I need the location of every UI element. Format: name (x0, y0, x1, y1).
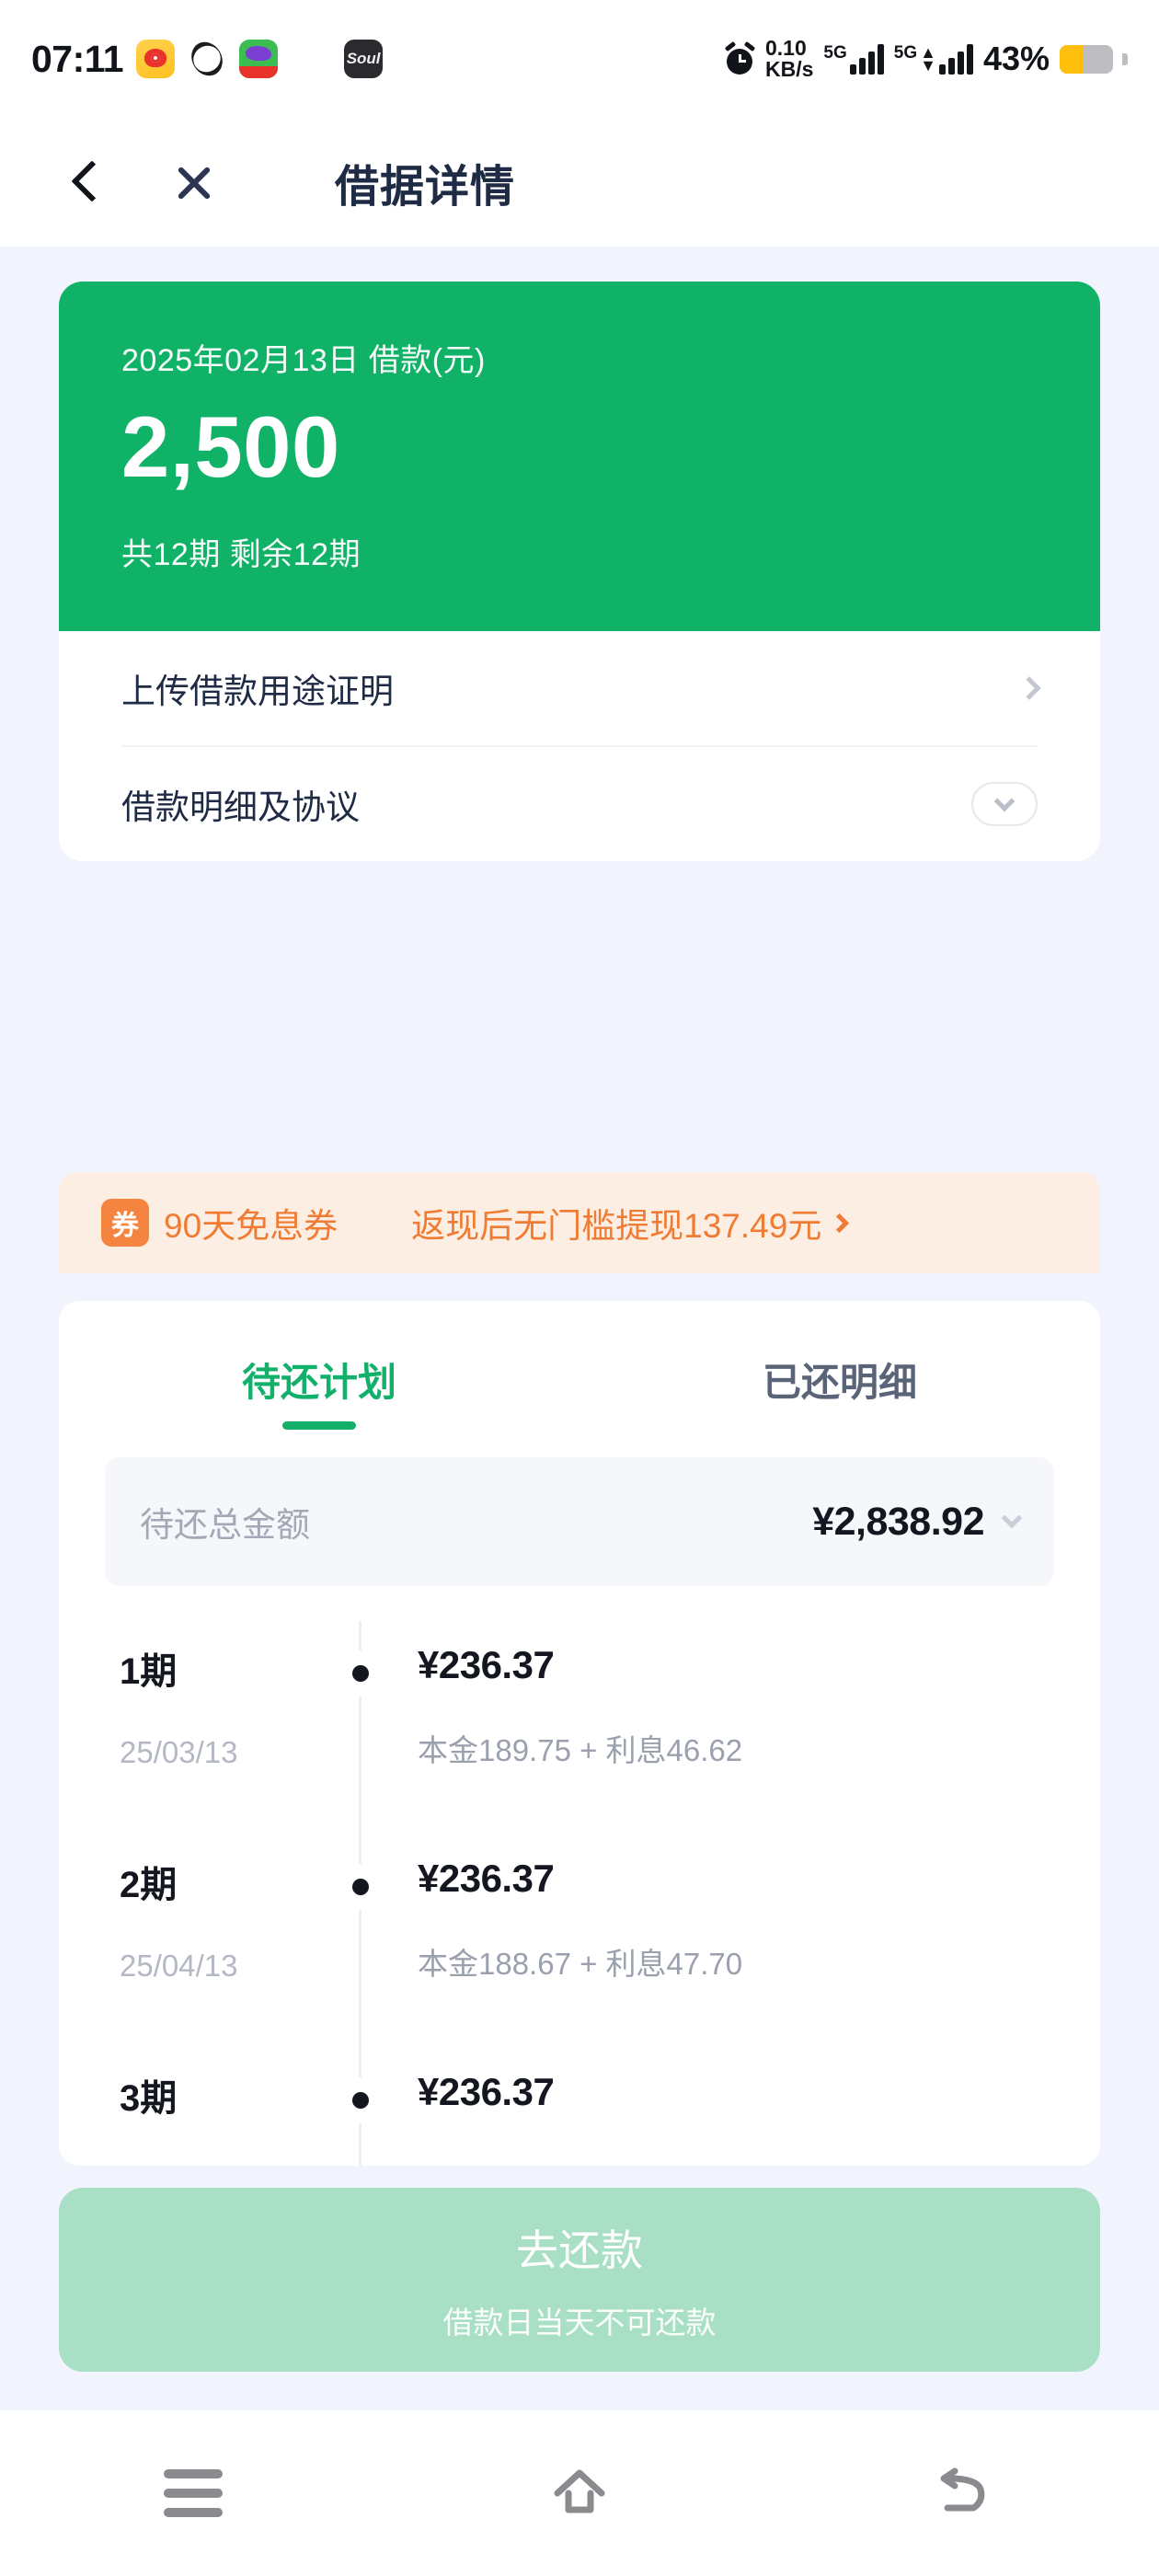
tab-pending-plan-label: 待还计划 (241, 1360, 396, 1404)
total-due-label: 待还总金额 (140, 1506, 310, 1544)
total-due-amount: ¥2,838.92 (812, 1499, 984, 1544)
installment-row[interactable]: 3期 ¥236.37 (59, 2048, 1100, 2166)
installment-row[interactable]: 1期 25/03/13 ¥236.37 本金189.75 + 利息46.62 (59, 1621, 1100, 1834)
network-speed-indicator: 0.10 KB/s (764, 35, 814, 81)
installment-period: 3期 (120, 2078, 178, 2119)
home-icon[interactable] (550, 2466, 609, 2521)
signal-bars-2 (938, 43, 973, 75)
soul-app-icon: Soul (344, 40, 384, 78)
chevron-down-icon (993, 790, 1016, 812)
loan-terms-label: 共12期 剩余12期 (121, 537, 361, 572)
battery-percent-label: 43% (982, 40, 1050, 77)
coupon-description: 返现后无门槛提现137.49元 (411, 1207, 822, 1245)
signal-icon-1: 5G (823, 42, 884, 75)
installment-left: 1期 25/03/13 (59, 1621, 359, 1834)
installment-right: ¥236.37 (418, 2048, 555, 2166)
loan-summary-card: 2025年02月13日 借款(元) 2,500 共12期 剩余12期 上传借款用… (59, 282, 1100, 861)
installment-date: 25/03/13 (120, 1735, 238, 1769)
oval-app-icon (188, 40, 227, 78)
weibo-icon (136, 40, 176, 78)
plan-tabs: 待还计划 已还明细 (59, 1301, 1100, 1457)
installment-row[interactable]: 2期 25/04/13 ¥236.37 本金188.67 + 利息47.70 (59, 1834, 1100, 2048)
installment-date: 25/04/13 (120, 1949, 238, 1983)
green-app-icon (239, 40, 279, 78)
status-bar: 07:11 Soul 0.10 KB/s 5G 5G ▲ ▼ 43% (0, 0, 1159, 118)
tab-active-underline (282, 1421, 356, 1430)
phone-screen: 07:11 Soul 0.10 KB/s 5G 5G ▲ ▼ 43% 借据详情 … (0, 0, 1159, 2576)
loan-date-label: 2025年02月13日 借款(元) (121, 343, 486, 378)
installment-left: 2期 25/04/13 (59, 1834, 359, 2048)
network-type-1: 5G (823, 42, 847, 63)
upload-proof-row[interactable]: 上传借款用途证明 (59, 631, 1100, 745)
installment-period: 2期 (120, 1865, 178, 1905)
installment-timeline: 1期 25/03/13 ¥236.37 本金189.75 + 利息46.62 2… (59, 1621, 1100, 2166)
chevron-right-icon (830, 1213, 850, 1233)
tab-pending-plan[interactable]: 待还计划 (59, 1301, 580, 1457)
status-bar-right: 0.10 KB/s 5G 5G ▲ ▼ 43% (724, 35, 1128, 81)
installment-left: 3期 (59, 2048, 359, 2166)
loan-green-panel: 2025年02月13日 借款(元) 2,500 共12期 剩余12期 (59, 282, 1100, 631)
app-header: 借据详情 (0, 118, 1159, 247)
tab-repaid-details[interactable]: 已还明细 (580, 1301, 1100, 1457)
timeline-dot-icon (338, 1650, 384, 1696)
installment-amount: ¥236.37 (418, 2070, 555, 2113)
installment-breakdown: 本金189.75 + 利息46.62 (418, 1733, 743, 1767)
installment-amount: ¥236.37 (418, 1643, 555, 1686)
coupon-badge-icon: 券 (101, 1199, 149, 1247)
back-chevron-icon[interactable] (57, 155, 112, 210)
repay-button-label: 去还款 (516, 2226, 643, 2274)
installment-right: ¥236.37 本金189.75 + 利息46.62 (418, 1621, 742, 1834)
repayment-plan-card: 待还计划 已还明细 待还总金额 ¥2,838.92 1期 25/03/13 ¥2 (59, 1301, 1100, 2166)
repay-button[interactable]: 去还款 借款日当天不可还款 (59, 2188, 1100, 2372)
total-due-row[interactable]: 待还总金额 ¥2,838.92 (105, 1457, 1054, 1586)
network-speed-value: 0.10 (764, 35, 807, 60)
loan-details-label: 借款明细及协议 (121, 788, 360, 826)
back-icon[interactable] (936, 2466, 995, 2521)
status-bar-clock: 07:11 (31, 37, 124, 80)
tab-repaid-details-label: 已还明细 (762, 1360, 917, 1404)
alarm-clock-icon (724, 40, 756, 75)
page-title: 借据详情 (335, 163, 516, 212)
android-navigation-bar (0, 2410, 1159, 2576)
upload-proof-label: 上传借款用途证明 (121, 673, 394, 710)
chevron-down-icon[interactable] (1001, 1507, 1023, 1529)
installment-right: ¥236.37 本金188.67 + 利息47.70 (418, 1834, 742, 2048)
close-icon[interactable] (166, 155, 221, 210)
battery-nub (1122, 52, 1128, 65)
installment-period: 1期 (120, 1651, 178, 1692)
coupon-name: 90天免息券 (164, 1207, 339, 1245)
installment-amount: ¥236.37 (418, 1857, 555, 1900)
coupon-banner[interactable]: 券 90天免息券 返现后无门槛提现137.49元 (59, 1172, 1100, 1273)
network-speed-unit: KB/s (764, 57, 814, 81)
timeline-dot-icon (338, 2077, 384, 2123)
signal-icon-2: 5G ▲ ▼ (893, 42, 973, 75)
battery-icon (1060, 44, 1113, 74)
installment-breakdown: 本金188.67 + 利息47.70 (418, 1947, 743, 1981)
network-type-2: 5G (893, 42, 918, 63)
status-bar-left: 07:11 Soul (31, 37, 384, 81)
repay-button-sublabel: 借款日当天不可还款 (442, 2306, 717, 2340)
loan-amount: 2,500 (121, 398, 340, 495)
recents-icon[interactable] (164, 2469, 223, 2517)
loan-details-expand-button[interactable] (971, 782, 1038, 826)
loan-details-row[interactable]: 借款明细及协议 (59, 747, 1100, 861)
chevron-right-icon (1017, 676, 1041, 700)
timeline-dot-icon (338, 1864, 384, 1910)
data-transfer-icon: ▲ ▼ (920, 42, 936, 75)
signal-bars-1 (849, 43, 884, 75)
